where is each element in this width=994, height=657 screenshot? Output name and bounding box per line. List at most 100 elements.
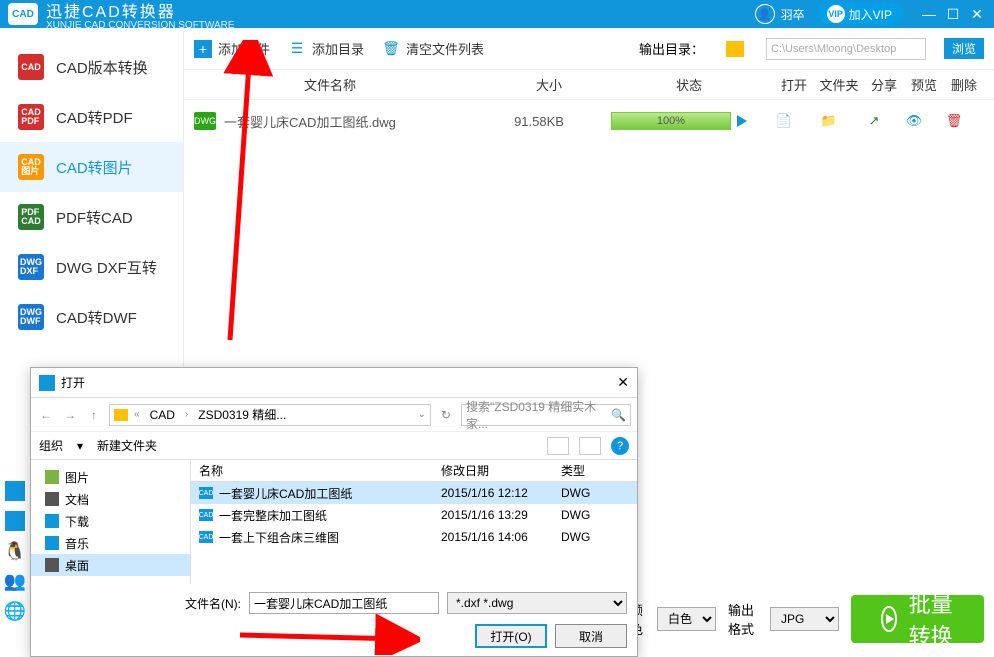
sidebar-item-dwgdxf[interactable]: DWGDXF DWG DXF互转: [0, 242, 183, 292]
up-button[interactable]: ↑: [85, 406, 103, 424]
play-icon[interactable]: [737, 115, 747, 127]
progress-bar: 100%: [611, 112, 731, 130]
sidebar-item-cad2pdf[interactable]: CADPDF CAD转PDF: [0, 92, 183, 142]
th-folder: 文件夹: [814, 75, 864, 94]
download-icon: [45, 514, 59, 528]
filename-label: 文件名(N):: [185, 595, 241, 612]
float-icon-1[interactable]: [5, 481, 25, 501]
help-icon[interactable]: ?: [611, 437, 629, 455]
folder-icon: [114, 409, 128, 421]
title-bar: CAD 迅捷CAD转换器 XUNJIE CAD CONVERSION SOFTW…: [0, 0, 994, 28]
sidebar-item-pdf2cad[interactable]: PDFCAD PDF转CAD: [0, 192, 183, 242]
dialog-tools: 组织 ▾ 新建文件夹 ?: [31, 432, 637, 460]
dialog-close-button[interactable]: ✕: [617, 374, 629, 391]
lh-type[interactable]: 类型: [561, 462, 637, 479]
lh-name[interactable]: 名称: [191, 462, 441, 479]
qq-icon[interactable]: 🐧: [5, 541, 25, 561]
path-seg[interactable]: ZSD0319 精细...: [194, 406, 290, 423]
path-seg[interactable]: CAD: [146, 408, 179, 422]
cancel-button[interactable]: 取消: [555, 624, 627, 648]
open-button[interactable]: 打开(O): [475, 624, 547, 648]
tree-item-pictures[interactable]: 图片: [31, 466, 190, 488]
new-folder-button[interactable]: 新建文件夹: [97, 437, 157, 454]
tree-item-music[interactable]: 音乐: [31, 532, 190, 554]
filter-select[interactable]: *.dxf *.dwg: [447, 592, 627, 614]
vip-button[interactable]: VIP 加入VIP: [817, 3, 902, 25]
clear-list-button[interactable]: 🗑 清空文件列表: [382, 39, 484, 58]
cad-img-icon: CAD图片: [18, 154, 44, 180]
user-icon[interactable]: 👥: [5, 571, 25, 591]
dialog-icon: [39, 375, 55, 391]
open-file-icon[interactable]: 📄: [764, 113, 804, 129]
dialog-bottom: 文件名(N): *.dxf *.dwg 打开(O) 取消: [31, 584, 637, 656]
output-path-field[interactable]: C:\Users\Mloong\Desktop: [766, 38, 926, 60]
close-button[interactable]: ✕: [968, 6, 986, 23]
preview-pane-button[interactable]: [579, 437, 601, 455]
th-status: 状态: [604, 75, 774, 94]
dialog-nav: ← → ↑ « CAD › ZSD0319 精细... ⌄ ↻ 搜索"ZSD03…: [31, 398, 637, 432]
output-dir-label: 输出目录：: [639, 39, 704, 58]
file-status: 100%: [594, 112, 764, 130]
cad-pdf-icon: CADPDF: [18, 104, 44, 130]
file-size: 91.58KB: [484, 114, 594, 129]
user-name: 羽卒: [781, 6, 805, 23]
path-bar[interactable]: « CAD › ZSD0319 精细... ⌄: [109, 404, 431, 426]
dialog-file-list: 名称 修改日期 类型 CAD一套婴儿床CAD加工图纸 2015/1/16 12:…: [191, 460, 637, 584]
filename-input[interactable]: [249, 592, 439, 614]
format-label: 输出格式: [728, 600, 758, 638]
clear-label: 清空文件列表: [406, 39, 484, 58]
delete-icon[interactable]: 🗑: [934, 113, 974, 129]
th-size: 大小: [494, 75, 604, 94]
maximize-button[interactable]: ☐: [944, 6, 962, 23]
vip-label: 加入VIP: [849, 6, 892, 23]
sidebar-item-cad2dwf[interactable]: DWGDWF CAD转DWF: [0, 292, 183, 342]
sidebar-item-version[interactable]: CAD CAD版本转换: [0, 42, 183, 92]
view-button[interactable]: [547, 437, 569, 455]
pdf-cad-icon: PDFCAD: [18, 204, 44, 230]
sidebar-label: CAD版本转换: [56, 57, 148, 78]
app-title: 迅捷CAD转换器: [46, 0, 235, 22]
format-select[interactable]: JPG: [770, 607, 839, 631]
cad-dwf-icon: DWGDWF: [18, 304, 44, 330]
tree-item-desktop[interactable]: 桌面: [31, 554, 190, 576]
add-dir-button[interactable]: ☰ 添加目录: [288, 39, 364, 58]
th-open: 打开: [774, 75, 814, 94]
open-folder-icon[interactable]: 📁: [804, 113, 854, 129]
add-dir-label: 添加目录: [312, 39, 364, 58]
batch-convert-button[interactable]: 批量转换: [851, 595, 984, 643]
forward-button[interactable]: →: [61, 406, 79, 424]
convert-label: 批量转换: [909, 587, 954, 651]
minimize-button[interactable]: —: [920, 6, 938, 22]
float-icon-2[interactable]: [5, 511, 25, 531]
refresh-button[interactable]: ↻: [437, 406, 455, 424]
globe-icon[interactable]: 🌐: [5, 601, 25, 621]
add-file-label: 添加文件: [218, 39, 270, 58]
preview-icon[interactable]: 👁: [894, 113, 934, 129]
back-button[interactable]: ←: [37, 406, 55, 424]
color-select[interactable]: 白色: [657, 607, 716, 631]
dwg-dxf-icon: DWGDXF: [18, 254, 44, 280]
list-row[interactable]: CAD一套完整床加工图纸 2015/1/16 13:29 DWG: [191, 504, 637, 526]
tree-item-downloads[interactable]: 下载: [31, 510, 190, 532]
lh-date[interactable]: 修改日期: [441, 462, 561, 479]
floating-toolbar: 🐧 👥 🌐: [0, 481, 30, 621]
file-name-cell: DWG 一套婴儿床CAD加工图纸.dwg: [194, 112, 484, 131]
search-input[interactable]: 搜索"ZSD0319 精细实木家... 🔍: [461, 404, 631, 426]
cad-version-icon: CAD: [18, 54, 44, 80]
app-title-block: 迅捷CAD转换器 XUNJIE CAD CONVERSION SOFTWARE: [46, 0, 235, 31]
search-icon: 🔍: [611, 408, 626, 422]
user-avatar-icon[interactable]: 👤: [755, 4, 775, 24]
pictures-icon: [45, 470, 59, 484]
table-row[interactable]: DWG 一套婴儿床CAD加工图纸.dwg 91.58KB 100% 📄 📁 ↗ …: [184, 100, 994, 142]
sidebar-item-cad2img[interactable]: CAD图片 CAD转图片: [0, 142, 183, 192]
vip-icon: VIP: [827, 5, 845, 23]
list-row[interactable]: CAD一套上下组合床三维图 2015/1/16 14:06 DWG: [191, 526, 637, 548]
share-icon[interactable]: ↗: [854, 113, 894, 129]
plus-icon: +: [194, 40, 212, 58]
th-share: 分享: [864, 75, 904, 94]
browse-button[interactable]: 浏览: [944, 38, 984, 59]
list-row[interactable]: CAD一套婴儿床CAD加工图纸 2015/1/16 12:12 DWG: [191, 482, 637, 504]
add-file-button[interactable]: + 添加文件: [194, 39, 270, 58]
tree-item-docs[interactable]: 文档: [31, 488, 190, 510]
organize-button[interactable]: 组织: [39, 437, 63, 454]
